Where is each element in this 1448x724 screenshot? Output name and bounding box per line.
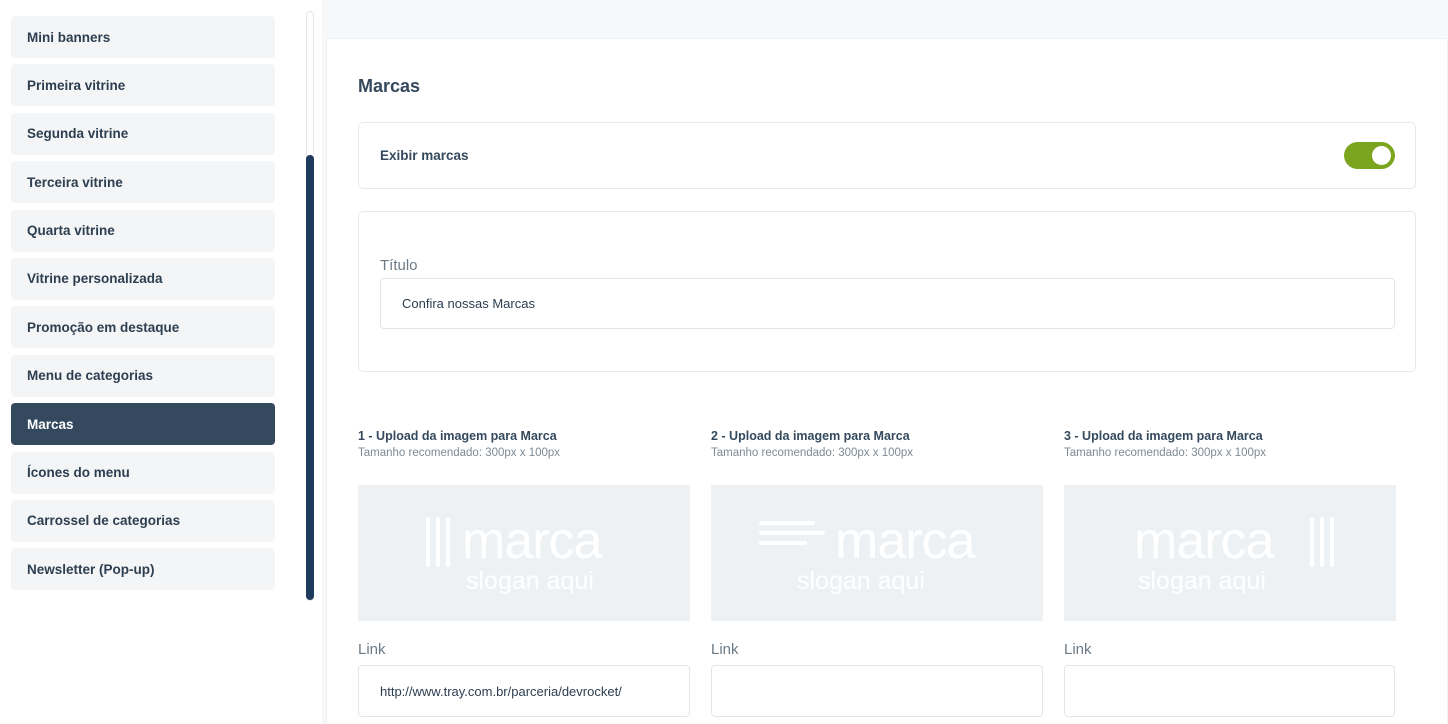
title-card: Título bbox=[358, 211, 1416, 372]
slogan-placeholder-text: slogan aqui bbox=[466, 567, 594, 595]
sidebar-item-vitrine-personalizada[interactable]: Vitrine personalizada bbox=[11, 257, 275, 300]
upload-3-image-placeholder[interactable]: marca slogan aqui bbox=[1064, 485, 1396, 621]
sidebar-item-terceira-vitrine[interactable]: Terceira vitrine bbox=[11, 161, 275, 204]
toggle-label: Exibir marcas bbox=[380, 148, 469, 163]
sidebar-scrollbar-thumb[interactable] bbox=[306, 155, 314, 600]
upload-1-heading: 1 - Upload da imagem para Marca bbox=[358, 429, 557, 443]
sidebar-item-quarta-vitrine[interactable]: Quarta vitrine bbox=[11, 209, 275, 252]
upload-1-link-input[interactable] bbox=[358, 665, 690, 717]
sidebar-item-segunda-vitrine[interactable]: Segunda vitrine bbox=[11, 112, 275, 155]
upload-2-link-label: Link bbox=[711, 641, 739, 658]
sidebar-item-newsletter[interactable]: Newsletter (Pop-up) bbox=[11, 548, 275, 591]
toggle-knob bbox=[1372, 146, 1391, 165]
sidebar-item-carrossel-categorias[interactable]: Carrossel de categorias bbox=[11, 499, 275, 542]
section-title: Marcas bbox=[358, 76, 421, 96]
bars-icon bbox=[1310, 517, 1334, 567]
upload-3-link-input[interactable] bbox=[1064, 665, 1395, 717]
lines-icon bbox=[759, 521, 829, 551]
title-input[interactable] bbox=[380, 278, 1395, 329]
brand-placeholder-text: marca bbox=[835, 512, 975, 570]
upload-1-link-label: Link bbox=[358, 641, 386, 658]
upload-2-heading: 2 - Upload da imagem para Marca bbox=[711, 429, 910, 443]
brand-logo-placeholder: marca slogan aqui bbox=[711, 511, 1043, 595]
title-field-label: Título bbox=[380, 257, 418, 274]
sidebar-item-icones-menu[interactable]: Ícones do menu bbox=[11, 451, 275, 494]
slogan-placeholder-text: slogan aqui bbox=[797, 567, 925, 595]
sidebar-item-primeira-vitrine[interactable]: Primeira vitrine bbox=[11, 64, 275, 107]
brand-logo-placeholder: marca slogan aqui bbox=[358, 511, 690, 595]
brand-placeholder-text: marca bbox=[1134, 512, 1274, 570]
upload-2-image-placeholder[interactable]: marca slogan aqui bbox=[711, 485, 1043, 621]
upload-3-hint: Tamanho recomendado: 300px x 100px bbox=[1064, 447, 1267, 459]
bars-icon bbox=[426, 517, 450, 567]
upload-1-image-placeholder[interactable]: marca slogan aqui bbox=[358, 485, 690, 621]
sidebar-item-mini-banners[interactable]: Mini banners bbox=[11, 16, 275, 58]
sidebar-item-menu-categorias[interactable]: Menu de categorias bbox=[11, 354, 275, 397]
exibir-marcas-toggle[interactable] bbox=[1344, 142, 1395, 169]
brand-placeholder-text: marca bbox=[462, 512, 602, 570]
upload-2-link-input[interactable] bbox=[711, 665, 1043, 717]
upload-2-hint: Tamanho recomendado: 300px x 100px bbox=[711, 447, 914, 459]
sidebar: Mini banners Primeira vitrine Segunda vi… bbox=[11, 16, 275, 597]
brand-logo-placeholder: marca slogan aqui bbox=[1064, 511, 1396, 595]
upload-1-hint: Tamanho recomendado: 300px x 100px bbox=[358, 447, 561, 459]
slogan-placeholder-text: slogan aqui bbox=[1138, 567, 1266, 595]
sidebar-item-promocao-destaque[interactable]: Promoção em destaque bbox=[11, 306, 275, 349]
upload-3-heading: 3 - Upload da imagem para Marca bbox=[1064, 429, 1263, 443]
toggle-card: Exibir marcas bbox=[358, 122, 1416, 189]
upload-3-link-label: Link bbox=[1064, 641, 1092, 658]
sidebar-item-marcas[interactable]: Marcas bbox=[11, 403, 275, 446]
